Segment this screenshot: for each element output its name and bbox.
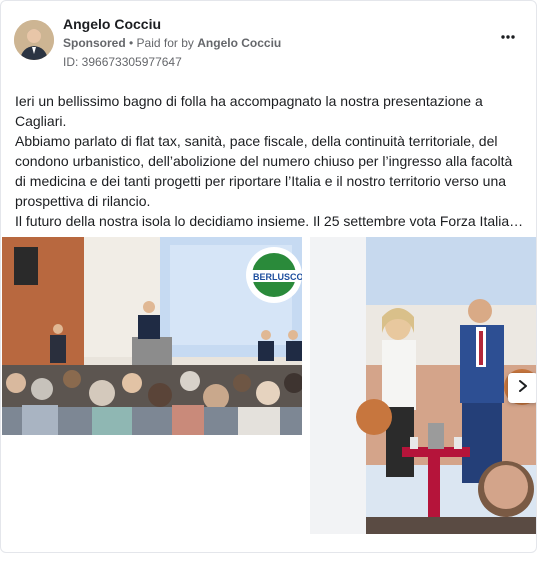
post-paragraph: Abbiamo parlato di flat tax, sanità, pac… — [15, 133, 513, 209]
post-image-1[interactable]: BERLUSCO — [2, 237, 302, 435]
screen-logo-text: BERLUSCO — [253, 272, 302, 282]
post-paragraph: Il futuro della nostra isola lo decidiam… — [15, 213, 524, 229]
ad-card: Angelo Cocciu Sponsored • Paid for by An… — [0, 0, 537, 553]
post-paragraph: Ieri un bellissimo bagno di folla ha acc… — [15, 93, 483, 129]
post-image-2[interactable] — [310, 237, 536, 534]
ad-id: ID: 396673305977647 — [63, 55, 182, 69]
paid-for-prefix: • Paid for by — [125, 36, 198, 50]
post-text: Ieri un bellissimo bagno di folla ha acc… — [15, 91, 527, 231]
next-image-button[interactable] — [508, 373, 536, 403]
sponsored-line: Sponsored • Paid for by Angelo Cocciu — [63, 36, 281, 50]
paid-for-name[interactable]: Angelo Cocciu — [197, 36, 281, 50]
chevron-right-icon — [517, 379, 529, 398]
sponsored-label: Sponsored — [63, 36, 126, 50]
author-name[interactable]: Angelo Cocciu — [63, 16, 161, 32]
more-options-icon[interactable] — [498, 31, 518, 45]
avatar[interactable] — [14, 20, 54, 60]
